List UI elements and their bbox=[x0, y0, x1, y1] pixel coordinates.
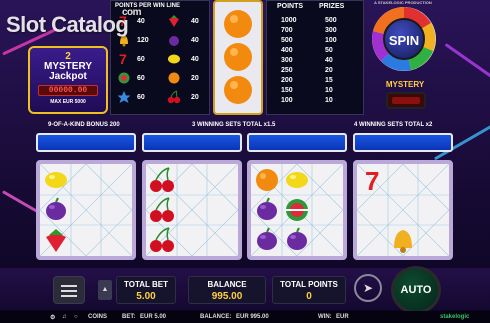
balance-display: BALANCE 995.00 bbox=[188, 276, 266, 304]
jackpot-counter: 00000.00 bbox=[38, 85, 98, 96]
bell-icon bbox=[394, 230, 412, 253]
prizes-header: PRIZES bbox=[319, 3, 345, 10]
bet-value: EUR 5.00 bbox=[140, 314, 167, 320]
cherry-icon bbox=[150, 197, 174, 222]
prize-row: 300 40 bbox=[281, 57, 333, 64]
mystery-label: MYSTERY bbox=[385, 80, 425, 89]
paytable-row: 60 20 bbox=[115, 70, 210, 88]
watermark: Slot Catalog com bbox=[6, 7, 142, 37]
reel-grid bbox=[247, 160, 347, 260]
prize-row: 1000 500 bbox=[281, 17, 337, 24]
four-sets-label: 4 WINNING SETS TOTAL x2 bbox=[354, 122, 433, 128]
points-header: POINTS bbox=[277, 3, 304, 10]
win-bar bbox=[247, 133, 347, 152]
balance-label: BALANCE: bbox=[200, 314, 232, 320]
spin-button[interactable]: SPIN bbox=[383, 18, 425, 60]
nine-kind-bonus-label: 9-OF-A-KIND BONUS 200 bbox=[48, 122, 120, 128]
coins-toggle-icon[interactable]: ○ bbox=[74, 314, 78, 320]
win-bar bbox=[36, 133, 136, 152]
total-bet-value: 5.00 bbox=[136, 291, 156, 302]
plum-icon bbox=[257, 227, 277, 250]
star-icon bbox=[117, 91, 131, 103]
prize-row: 500 100 bbox=[281, 37, 337, 44]
reel-grid bbox=[142, 160, 242, 260]
mystery-button[interactable] bbox=[386, 92, 426, 109]
svg-text:7: 7 bbox=[365, 166, 379, 195]
balance-value: EUR 995.00 bbox=[236, 314, 269, 320]
reel-panel-2 bbox=[142, 133, 242, 261]
plum-icon bbox=[46, 197, 66, 220]
strawberry-icon bbox=[46, 229, 66, 252]
light-streak bbox=[444, 43, 490, 80]
cherry-icon bbox=[150, 227, 174, 252]
lemon-icon bbox=[286, 172, 308, 188]
bet-label: BET: bbox=[122, 314, 136, 320]
prize-row: 100 10 bbox=[281, 97, 333, 104]
paytable-row: 60 20 bbox=[115, 89, 210, 107]
orange-icon bbox=[224, 10, 252, 104]
cherry-icon bbox=[167, 90, 181, 104]
seven-icon: 7 bbox=[119, 52, 127, 66]
lemon-icon bbox=[45, 172, 67, 188]
reel-panel-3 bbox=[247, 133, 347, 261]
plum-icon bbox=[287, 227, 307, 250]
reel-panel-1 bbox=[36, 133, 136, 261]
prize-row: 200 15 bbox=[281, 77, 333, 84]
max-win-label: MAX EUR 5000 bbox=[50, 99, 86, 105]
win-value: EUR bbox=[336, 314, 349, 320]
orange-icon bbox=[168, 72, 180, 84]
total-bet-display: TOTAL BET 5.00 bbox=[116, 276, 176, 304]
prize-row: 700 300 bbox=[281, 27, 337, 34]
coins-label[interactable]: COINS bbox=[88, 314, 107, 320]
orange-icon bbox=[256, 169, 278, 191]
total-points-display: TOTAL POINTS 0 bbox=[272, 276, 346, 304]
cherry-icon bbox=[150, 167, 174, 192]
prize-row: 400 50 bbox=[281, 47, 333, 54]
bet-adjust-button[interactable]: ▲ bbox=[98, 280, 112, 300]
game-logo: 2 MYSTERY Jackpot 00000.00 MAX EUR 5000 bbox=[28, 46, 108, 114]
win-bar bbox=[142, 133, 242, 152]
menu-button[interactable] bbox=[53, 276, 85, 304]
watermelon-icon bbox=[286, 199, 308, 221]
plum-icon bbox=[169, 36, 179, 46]
plum-icon bbox=[257, 197, 277, 220]
prize-table: POINTS PRIZES 1000 500 700 300 500 100 400 5… bbox=[266, 0, 364, 115]
logo-jackpot: Jackpot bbox=[49, 71, 87, 82]
sound-icon[interactable]: ♫ bbox=[62, 314, 67, 320]
seven-icon: 7 bbox=[365, 166, 379, 195]
auto-button[interactable]: AUTO bbox=[391, 266, 441, 314]
bonus-orange-reel bbox=[213, 0, 263, 115]
paytable-row: 7 60 40 bbox=[119, 52, 199, 66]
brand-logo: stakelogic bbox=[440, 314, 470, 320]
status-bar: ⚙ ♫ ○ COINS BET: EUR 5.00 BALANCE: EUR 9… bbox=[0, 311, 490, 323]
win-label: WIN: bbox=[318, 314, 332, 320]
reel-grid: 7 bbox=[353, 160, 453, 260]
play-arrow-icon: ➤ bbox=[362, 281, 374, 295]
total-points-value: 0 bbox=[306, 291, 312, 302]
reel-grid bbox=[36, 160, 136, 260]
paytable-row: 120 40 bbox=[115, 32, 210, 50]
settings-icon[interactable]: ⚙ bbox=[50, 314, 55, 321]
svg-text:7: 7 bbox=[119, 52, 127, 66]
light-streak bbox=[1, 190, 39, 213]
producer-label: A STAKELOGIC PRODUCTION bbox=[374, 0, 432, 5]
melon-icon bbox=[118, 72, 130, 84]
win-bar bbox=[353, 133, 453, 152]
slot-game-screen: Slot Catalog com 2 MYSTERY Jackpot 00000.… bbox=[0, 0, 490, 323]
prize-row: 250 20 bbox=[281, 67, 333, 74]
reel-panel-4: 7 bbox=[353, 133, 453, 261]
balance-value: 995.00 bbox=[211, 291, 243, 302]
turbo-arrow-button[interactable]: ➤ bbox=[354, 274, 382, 302]
strawberry-icon bbox=[169, 15, 179, 27]
three-sets-label: 3 WINNING SETS TOTAL x1.5 bbox=[192, 122, 276, 128]
prize-row: 150 10 bbox=[281, 87, 333, 94]
menu-icon bbox=[61, 285, 77, 287]
lemon-icon bbox=[168, 54, 180, 64]
